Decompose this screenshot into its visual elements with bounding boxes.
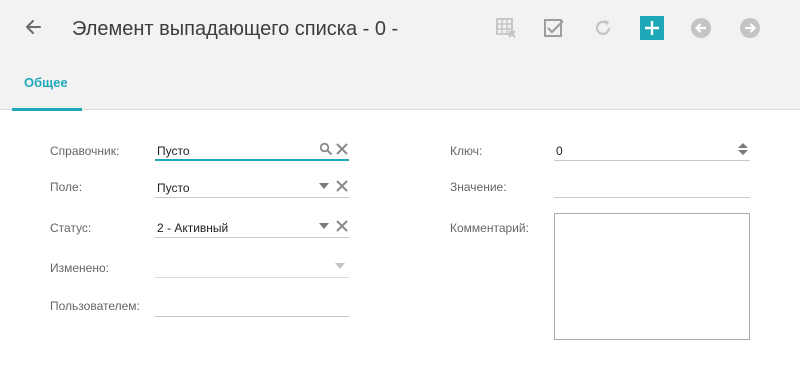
refresh-button[interactable] — [591, 16, 615, 40]
tab-general-label: Общее — [24, 75, 68, 90]
chevron-down-icon — [333, 259, 347, 273]
modified-select — [155, 256, 349, 278]
stepper-arrows-icon[interactable] — [736, 142, 750, 156]
modified-label: Изменено: — [50, 261, 109, 275]
clear-icon[interactable] — [335, 179, 349, 193]
checkbox-check-icon — [544, 19, 564, 37]
comment-textarea[interactable] — [554, 213, 750, 340]
arrow-left-icon — [26, 20, 41, 34]
status-value: 2 - Активный — [157, 221, 229, 235]
tab-active-indicator — [12, 108, 82, 111]
tab-bar: Общее — [0, 55, 800, 111]
status-select[interactable]: 2 - Активный — [155, 216, 349, 238]
field-value: Пусто — [157, 181, 190, 195]
clear-icon[interactable] — [335, 219, 349, 233]
key-value: 0 — [556, 144, 563, 158]
tab-general[interactable]: Общее — [12, 55, 82, 111]
next-icon — [740, 18, 760, 38]
clear-icon[interactable] — [335, 142, 349, 156]
next-button[interactable] — [738, 16, 762, 40]
value-label: Значение: — [450, 180, 507, 194]
directory-value: Пусто — [157, 144, 190, 158]
refresh-icon — [595, 20, 611, 35]
key-label: Ключ: — [450, 144, 483, 158]
add-icon — [640, 16, 664, 40]
table-remove-icon — [496, 18, 516, 38]
field-select[interactable]: Пусто — [155, 176, 349, 198]
search-icon[interactable] — [319, 142, 333, 156]
add-button[interactable] — [640, 16, 664, 40]
previous-icon — [691, 18, 711, 38]
directory-label: Справочник: — [50, 144, 120, 158]
directory-field[interactable]: Пусто — [155, 139, 349, 161]
table-remove-button[interactable] — [494, 16, 518, 40]
page-title: Элемент выпадающего списка - 0 - — [72, 18, 399, 40]
by-user-field[interactable] — [155, 295, 349, 317]
comment-label: Комментарий: — [450, 221, 529, 235]
chevron-down-icon[interactable] — [317, 179, 331, 193]
previous-button[interactable] — [689, 16, 713, 40]
back-button[interactable] — [22, 16, 44, 38]
chevron-down-icon[interactable] — [317, 219, 331, 233]
field-label: Поле: — [50, 180, 83, 194]
status-label: Статус: — [50, 221, 92, 235]
by-user-label: Пользователем: — [50, 299, 140, 313]
value-field[interactable] — [554, 176, 750, 198]
header-bar: Элемент выпадающего списка - 0 - — [0, 0, 800, 55]
key-stepper[interactable]: 0 — [554, 139, 750, 161]
checkbox-check-button[interactable] — [542, 16, 566, 40]
